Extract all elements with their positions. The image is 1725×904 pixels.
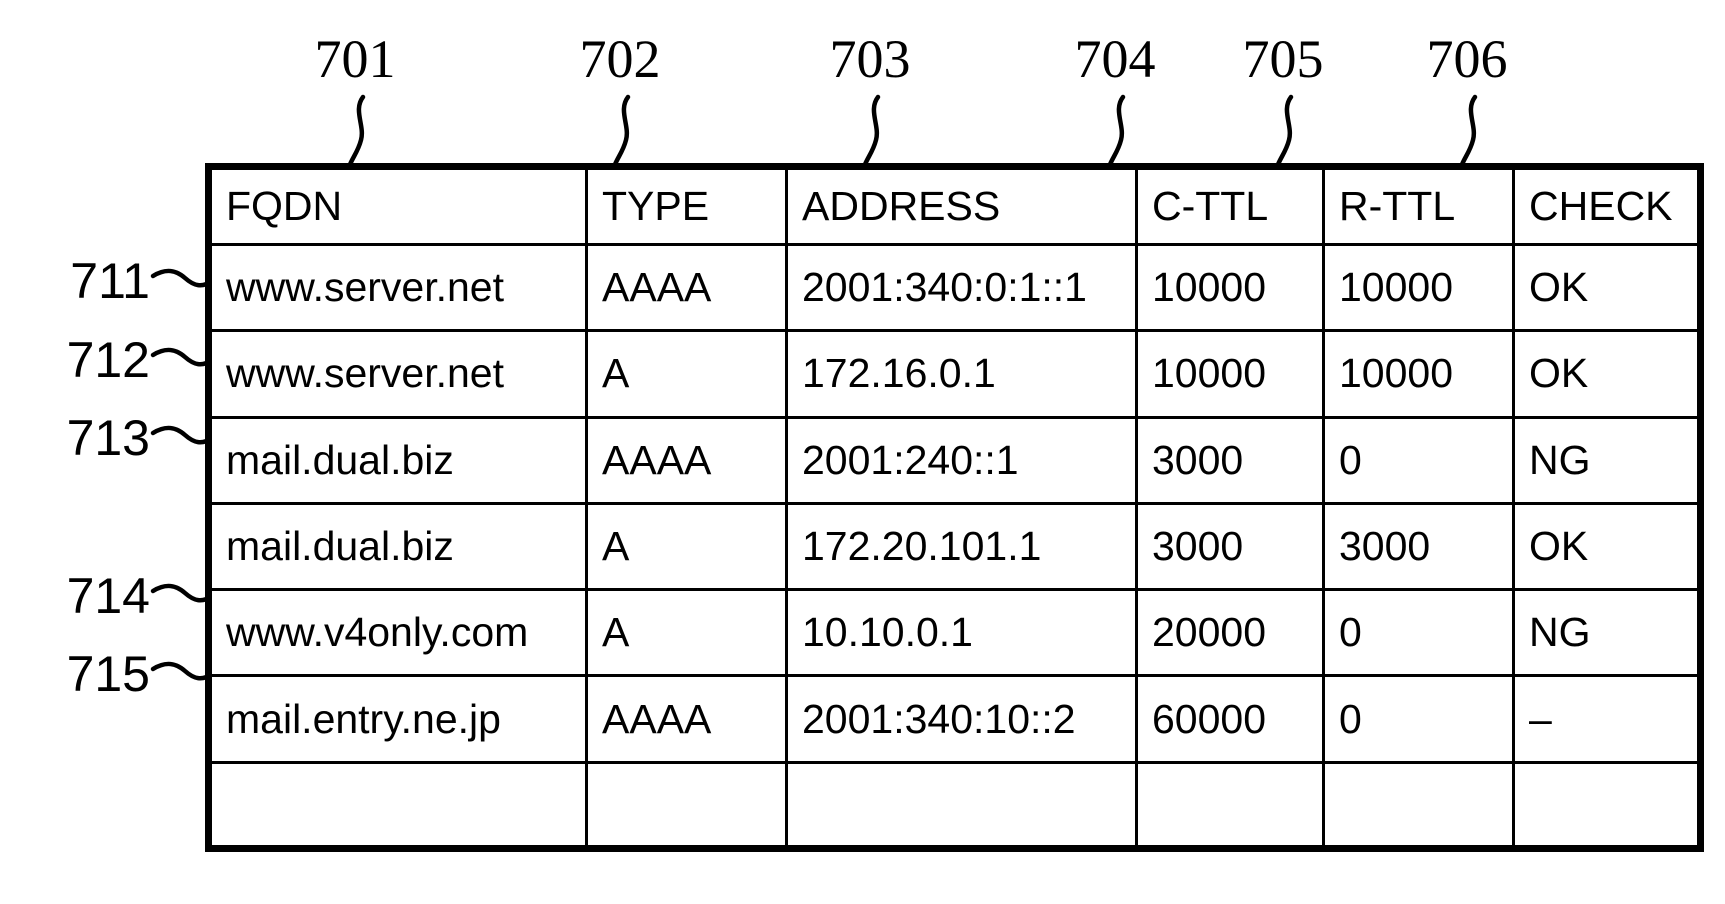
cell-check <box>1512 760 1701 849</box>
table-header-row: FQDN TYPE ADDRESS C-TTL R-TTL CHECK <box>208 166 1701 246</box>
cell-address <box>785 760 1138 849</box>
cell-fqdn: mail.dual.biz <box>208 501 588 592</box>
cell-r-ttl: 0 <box>1322 415 1515 505</box>
leader-line-705 <box>1274 94 1294 170</box>
cell-r-ttl: 0 <box>1322 674 1515 764</box>
cell-address: 10.10.0.1 <box>785 588 1138 678</box>
column-header-check: CHECK <box>1512 166 1701 246</box>
cell-check: – <box>1512 674 1701 764</box>
column-header-address: ADDRESS <box>785 166 1138 246</box>
table-row: mail.entry.ne.jp AAAA 2001:340:10::2 600… <box>208 674 1701 764</box>
leader-line-701 <box>346 94 366 170</box>
cell-address: 172.20.101.1 <box>785 501 1138 592</box>
cell-type: A <box>585 588 788 678</box>
cell-c-ttl: 10000 <box>1135 329 1325 419</box>
cell-address: 2001:340:10::2 <box>785 674 1138 764</box>
leader-line-704 <box>1106 94 1126 170</box>
table-header: FQDN TYPE ADDRESS C-TTL R-TTL CHECK <box>208 166 1701 246</box>
column-callout-702: 702 <box>579 29 661 89</box>
cell-fqdn: www.v4only.com <box>208 588 588 678</box>
cell-c-ttl: 20000 <box>1135 588 1325 678</box>
cell-type <box>585 760 788 849</box>
table-row: www.server.net A 172.16.0.1 10000 10000 … <box>208 329 1701 419</box>
cell-r-ttl: 10000 <box>1322 329 1515 419</box>
table-row: mail.dual.biz AAAA 2001:240::1 3000 0 NG <box>208 415 1701 505</box>
dns-record-table: FQDN TYPE ADDRESS C-TTL R-TTL CHECK www.… <box>205 163 1704 852</box>
column-header-r-ttl: R-TTL <box>1322 166 1515 246</box>
cell-r-ttl: 0 <box>1322 588 1515 678</box>
table-row: mail.dual.biz A 172.20.101.1 3000 3000 O… <box>208 501 1701 592</box>
row-callout-713: 713 <box>66 410 150 466</box>
cell-address: 2001:240::1 <box>785 415 1138 505</box>
table-body: www.server.net AAAA 2001:340:0:1::1 1000… <box>208 244 1701 849</box>
column-header-c-ttl: C-TTL <box>1135 166 1325 246</box>
cell-type: AAAA <box>585 415 788 505</box>
row-callout-715: 715 <box>66 646 150 702</box>
cell-r-ttl <box>1322 760 1515 849</box>
cell-c-ttl <box>1135 760 1325 849</box>
cell-r-ttl: 3000 <box>1322 501 1515 592</box>
cell-r-ttl: 10000 <box>1322 244 1515 333</box>
table-row: www.v4only.com A 10.10.0.1 20000 0 NG <box>208 588 1701 678</box>
column-header-type: TYPE <box>585 166 788 246</box>
column-header-fqdn: FQDN <box>208 166 588 246</box>
row-callout-711: 711 <box>70 253 150 309</box>
column-callout-703: 703 <box>829 29 911 89</box>
cell-type: A <box>585 329 788 419</box>
cell-c-ttl: 3000 <box>1135 415 1325 505</box>
cell-c-ttl: 60000 <box>1135 674 1325 764</box>
table-row-empty <box>208 760 1701 849</box>
leader-line-702 <box>611 94 631 170</box>
cell-c-ttl: 10000 <box>1135 244 1325 333</box>
column-callout-706: 706 <box>1426 29 1508 89</box>
cell-type: AAAA <box>585 244 788 333</box>
cell-type: A <box>585 501 788 592</box>
cell-fqdn: www.server.net <box>208 329 588 419</box>
cell-check: NG <box>1512 588 1701 678</box>
figure-root: 701 702 703 704 705 706 711 712 713 714 … <box>0 0 1725 904</box>
cell-c-ttl: 3000 <box>1135 501 1325 592</box>
cell-address: 172.16.0.1 <box>785 329 1138 419</box>
table-row: www.server.net AAAA 2001:340:0:1::1 1000… <box>208 244 1701 333</box>
leader-line-706 <box>1458 94 1478 170</box>
cell-fqdn: mail.entry.ne.jp <box>208 674 588 764</box>
column-callout-704: 704 <box>1074 29 1156 89</box>
row-callout-714: 714 <box>66 568 150 624</box>
cell-type: AAAA <box>585 674 788 764</box>
cell-fqdn: mail.dual.biz <box>208 415 588 505</box>
cell-check: OK <box>1512 501 1701 592</box>
column-callout-701: 701 <box>314 29 396 89</box>
cell-check: OK <box>1512 244 1701 333</box>
cell-address: 2001:340:0:1::1 <box>785 244 1138 333</box>
row-callout-712: 712 <box>66 332 150 388</box>
leader-line-703 <box>861 94 881 170</box>
cell-fqdn <box>208 760 588 849</box>
cell-check: OK <box>1512 329 1701 419</box>
cell-fqdn: www.server.net <box>208 244 588 333</box>
cell-check: NG <box>1512 415 1701 505</box>
column-callout-705: 705 <box>1242 29 1324 89</box>
